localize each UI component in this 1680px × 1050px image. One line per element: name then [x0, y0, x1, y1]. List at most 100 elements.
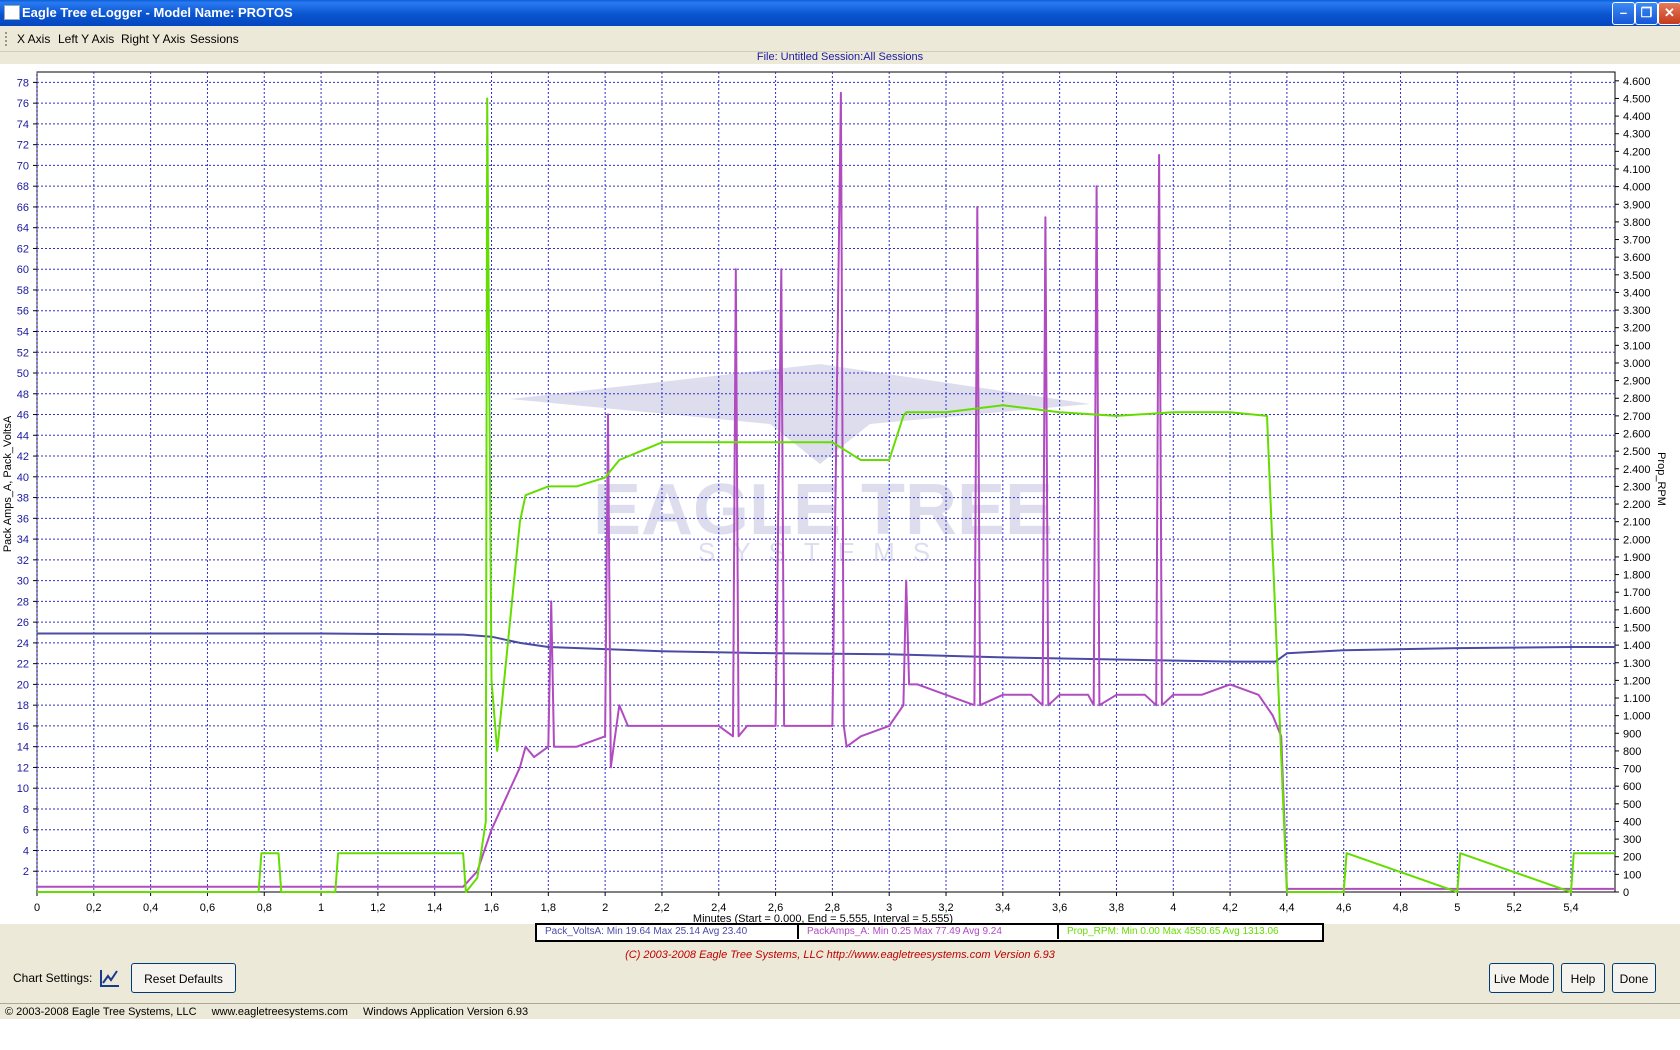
right-y-tick-label: 1.100: [1623, 693, 1651, 705]
x-tick-label: 1: [318, 902, 324, 914]
chart-settings-button[interactable]: [98, 966, 122, 990]
x-tick-label: 2,2: [654, 902, 669, 914]
left-y-tick-label: 4: [23, 845, 29, 857]
reset-defaults-button[interactable]: Reset Defaults: [131, 963, 236, 993]
left-y-tick-label: 2: [23, 866, 29, 878]
left-y-tick-label: 46: [17, 410, 29, 422]
left-y-tick-label: 74: [17, 119, 29, 131]
right-y-tick-label: 400: [1623, 816, 1641, 828]
chart-settings-icon: [100, 970, 119, 987]
left-y-tick-label: 58: [17, 285, 29, 297]
left-y-tick-label: 6: [23, 825, 29, 837]
left-y-tick-label: 16: [17, 721, 29, 733]
right-y-tick-label: 4.100: [1623, 164, 1651, 176]
right-y-tick-label: 3.000: [1623, 358, 1651, 370]
right-y-tick-label: 900: [1623, 728, 1641, 740]
left-y-tick-label: 30: [17, 576, 29, 588]
left-y-axis-label: Pack Amps_A, Pack_VoltsA: [2, 415, 14, 552]
x-tick-label: 0,2: [86, 902, 101, 914]
left-y-tick-label: 68: [17, 181, 29, 193]
close-button[interactable]: ✕: [1658, 2, 1680, 25]
x-tick-label: 5,2: [1507, 902, 1522, 914]
right-y-tick-label: 3.100: [1623, 340, 1651, 352]
left-y-tick-label: 44: [17, 430, 29, 442]
x-tick-label: 1,2: [370, 902, 385, 914]
right-y-tick-label: 2.100: [1623, 517, 1651, 529]
right-y-tick-label: 1.000: [1623, 711, 1651, 723]
x-tick-label: 1,6: [484, 902, 499, 914]
right-y-tick-label: 0: [1623, 887, 1629, 899]
menu-x-axis[interactable]: X Axis: [17, 32, 50, 46]
menu-sessions[interactable]: Sessions: [190, 32, 239, 46]
right-y-tick-label: 2.400: [1623, 464, 1651, 476]
right-y-tick-label: 1.200: [1623, 675, 1651, 687]
copyright-version-line: (C) 2003-2008 Eagle Tree Systems, LLC ht…: [625, 949, 1055, 961]
x-tick-label: 4,4: [1279, 902, 1294, 914]
done-button[interactable]: Done: [1612, 963, 1656, 993]
left-y-tick-label: 20: [17, 679, 29, 691]
left-y-tick-label: 60: [17, 264, 29, 276]
left-y-tick-label: 66: [17, 202, 29, 214]
legend-item-rpm[interactable]: Prop_RPM: Min 0.00 Max 4550.65 Avg 1313.…: [1059, 925, 1318, 939]
minimize-icon: –: [1619, 5, 1628, 20]
x-tick-label: 4: [1170, 902, 1176, 914]
left-y-tick-label: 36: [17, 513, 29, 525]
restore-button[interactable]: ❐: [1635, 2, 1658, 25]
data-chart[interactable]: EAGLE TREE SYSTEMS 0 0,2 0,4 0,6 0,8 1 1,2 1,4 1…: [0, 64, 1680, 924]
right-y-tick-label: 1.800: [1623, 570, 1651, 582]
legend-item-volts[interactable]: Pack_VoltsA: Min 19.64 Max 25.14 Avg 23.…: [537, 925, 799, 939]
x-tick-label: 3,4: [995, 902, 1010, 914]
menu-left-y-axis[interactable]: Left Y Axis: [58, 32, 114, 46]
left-y-tick-label: 72: [17, 140, 29, 152]
right-y-tick-label: 1.500: [1623, 622, 1651, 634]
bottom-toolbar: Chart Settings: Reset Defaults Live Mode…: [0, 962, 1680, 1003]
status-copyright: © 2003-2008 Eagle Tree Systems, LLC: [5, 1006, 197, 1018]
watermark-line2: SYSTEMS: [698, 537, 948, 567]
left-y-tick-label: 8: [23, 804, 29, 816]
right-y-tick-label: 1.700: [1623, 587, 1651, 599]
legend-label-rpm: Prop_RPM: Min 0.00 Max 4550.65 Avg 1313.…: [1067, 926, 1279, 937]
right-y-tick-label: 700: [1623, 764, 1641, 776]
toolbar-grip[interactable]: [5, 32, 10, 46]
right-y-tick-label: 200: [1623, 852, 1641, 864]
right-y-tick-label: 3.800: [1623, 217, 1651, 229]
right-y-tick-label: 4.500: [1623, 93, 1651, 105]
right-y-tick-label: 4.000: [1623, 182, 1651, 194]
right-y-tick-label: 2.300: [1623, 481, 1651, 493]
legend-item-amps[interactable]: PackAmps_A: Min 0.25 Max 77.49 Avg 9.24: [799, 925, 1059, 939]
window-lower-area: [0, 1019, 1680, 1050]
left-y-tick-label: 52: [17, 347, 29, 359]
left-y-tick-label: 14: [17, 742, 29, 754]
right-y-tick-label: 3.700: [1623, 235, 1651, 247]
live-mode-button[interactable]: Live Mode: [1489, 963, 1554, 993]
left-y-tick-label: 62: [17, 243, 29, 255]
left-y-tick-label: 48: [17, 389, 29, 401]
status-version: Windows Application Version 6.93: [363, 1006, 529, 1018]
window-title: Eagle Tree eLogger - Model Name: PROTOS: [22, 5, 293, 20]
left-y-tick-label: 54: [17, 326, 29, 338]
menu-right-y-axis[interactable]: Right Y Axis: [121, 32, 185, 46]
minimize-button[interactable]: –: [1612, 2, 1635, 25]
left-y-tick-label: 18: [17, 700, 29, 712]
right-y-tick-label: 600: [1623, 781, 1641, 793]
right-y-tick-label: 4.300: [1623, 129, 1651, 141]
right-y-tick-label: 3.300: [1623, 305, 1651, 317]
left-y-tick-label: 70: [17, 160, 29, 172]
chart-settings-label: Chart Settings:: [13, 971, 93, 985]
right-y-tick-label: 800: [1623, 746, 1641, 758]
right-y-tick-label: 4.200: [1623, 146, 1651, 158]
left-y-tick-label: 22: [17, 659, 29, 671]
window-titlebar: Eagle Tree eLogger - Model Name: PROTOS …: [0, 0, 1680, 26]
right-y-tick-label: 3.900: [1623, 199, 1651, 211]
left-y-tick-label: 24: [17, 638, 29, 650]
right-y-tick-label: 3.500: [1623, 270, 1651, 282]
x-tick-label: 0,6: [200, 902, 215, 914]
left-y-tick-label: 12: [17, 762, 29, 774]
left-y-tick-label: 50: [17, 368, 29, 380]
left-y-tick-label: 26: [17, 617, 29, 629]
right-y-tick-label: 2.800: [1623, 393, 1651, 405]
right-y-tick-label: 500: [1623, 799, 1641, 811]
x-tick-label: 2: [602, 902, 608, 914]
help-button[interactable]: Help: [1561, 963, 1605, 993]
legend-label-volts: Pack_VoltsA: Min 19.64 Max 25.14 Avg 23.…: [545, 926, 748, 937]
